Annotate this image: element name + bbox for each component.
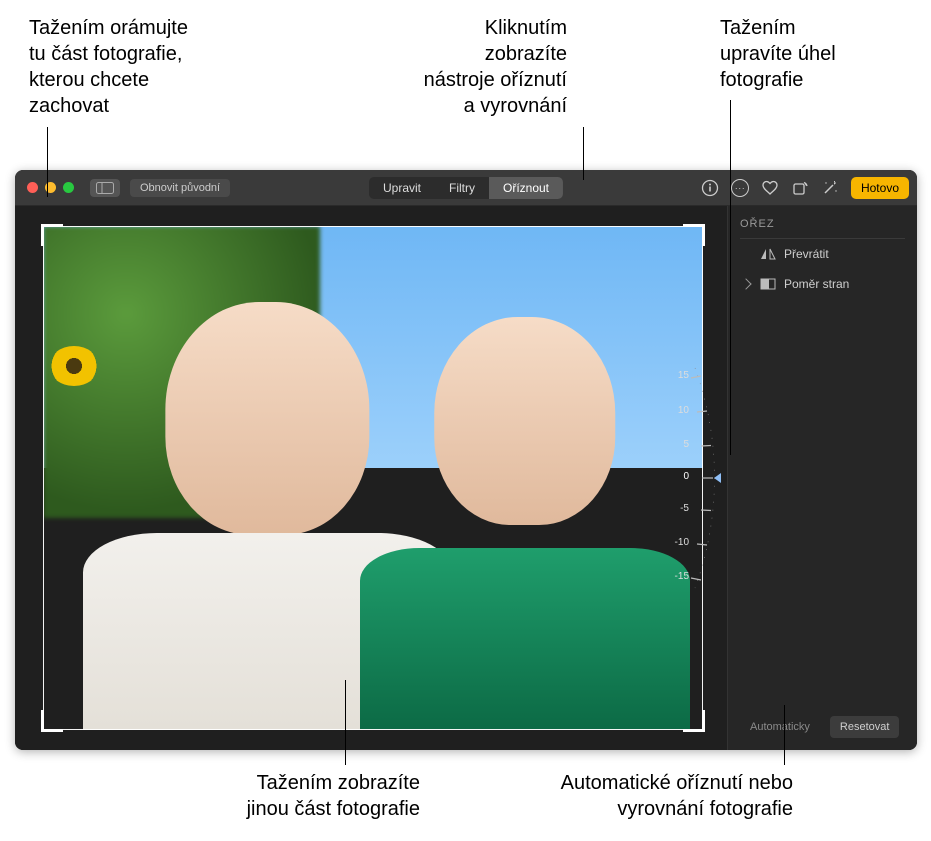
info-icon[interactable] bbox=[701, 179, 719, 197]
aspect-ratio-icon bbox=[760, 277, 776, 291]
callout-frame: Tažením orámujte tu část fotografie, kte… bbox=[29, 15, 239, 119]
dial-tick-10: 10 bbox=[669, 405, 689, 416]
leader-line bbox=[784, 705, 785, 765]
callout-pan: Tažením zobrazíte jinou část fotografie bbox=[190, 770, 420, 822]
more-icon[interactable]: ··· bbox=[731, 179, 749, 197]
app-body: 15 10 5 0 -5 -10 -15 OŘEZ Převrátit bbox=[15, 206, 917, 750]
titlebar-actions: ··· Hotovo bbox=[701, 177, 909, 199]
photo-canvas[interactable]: 15 10 5 0 -5 -10 -15 bbox=[15, 206, 727, 750]
traffic-lights bbox=[27, 182, 74, 193]
aspect-ratio-label: Poměr stran bbox=[784, 277, 849, 291]
callout-auto: Automatické oříznutí nebo vyrovnání foto… bbox=[493, 770, 793, 822]
auto-enhance-wand-icon[interactable] bbox=[821, 179, 839, 197]
sidebar-footer: Automaticky Resetovat bbox=[740, 710, 905, 740]
flip-row[interactable]: Převrátit bbox=[740, 239, 905, 269]
crop-handle-bottom-left[interactable] bbox=[41, 710, 63, 732]
dial-tick-0: 0 bbox=[669, 471, 689, 482]
aspect-ratio-row[interactable]: Poměr stran bbox=[740, 269, 905, 299]
favorite-heart-icon[interactable] bbox=[761, 179, 779, 197]
leader-line bbox=[583, 127, 584, 180]
tab-filters[interactable]: Filtry bbox=[435, 177, 489, 199]
reset-crop-button[interactable]: Resetovat bbox=[830, 716, 900, 738]
window-fullscreen-button[interactable] bbox=[63, 182, 74, 193]
tab-crop[interactable]: Oříznout bbox=[489, 177, 563, 199]
tab-adjust[interactable]: Upravit bbox=[369, 177, 435, 199]
sidebar-title: OŘEZ bbox=[740, 216, 905, 239]
crop-handle-bottom-right[interactable] bbox=[683, 710, 705, 732]
crop-handle-top-right[interactable] bbox=[683, 224, 705, 246]
dial-tick-m10: -10 bbox=[669, 537, 689, 548]
revert-original-button[interactable]: Obnovit původní bbox=[130, 179, 230, 197]
dial-pointer-icon bbox=[714, 473, 721, 483]
done-button[interactable]: Hotovo bbox=[851, 177, 909, 199]
leader-line bbox=[345, 680, 346, 765]
sidebar-toggle-icon[interactable] bbox=[90, 179, 120, 197]
window-close-button[interactable] bbox=[27, 182, 38, 193]
straighten-dial[interactable]: 15 10 5 0 -5 -10 -15 bbox=[655, 358, 715, 598]
dial-tick-m5: -5 bbox=[669, 503, 689, 514]
callout-angle: Tažením upravíte úhel fotografie bbox=[720, 15, 900, 93]
flip-label: Převrátit bbox=[784, 247, 829, 261]
edit-mode-tabs: Upravit Filtry Oříznout bbox=[369, 177, 563, 199]
flip-icon bbox=[760, 247, 776, 261]
callout-crop-tools: Kliknutím zobrazíte nástroje oříznutí a … bbox=[337, 15, 567, 119]
photos-edit-window: Obnovit původní Upravit Filtry Oříznout … bbox=[15, 170, 917, 750]
auto-crop-button[interactable]: Automaticky bbox=[740, 716, 820, 738]
chevron-right-icon bbox=[740, 278, 751, 289]
window-titlebar: Obnovit původní Upravit Filtry Oříznout … bbox=[15, 170, 917, 206]
leader-line bbox=[47, 127, 48, 197]
dial-tick-15: 15 bbox=[669, 370, 689, 381]
crop-handle-top-left[interactable] bbox=[41, 224, 63, 246]
crop-sidebar: OŘEZ Převrátit Poměr stran Automaticky R… bbox=[727, 206, 917, 750]
dial-tick-5: 5 bbox=[669, 439, 689, 450]
dial-tick-m15: -15 bbox=[669, 571, 689, 582]
leader-line bbox=[730, 100, 731, 455]
photo-content[interactable] bbox=[43, 226, 703, 730]
rotate-icon[interactable] bbox=[791, 179, 809, 197]
